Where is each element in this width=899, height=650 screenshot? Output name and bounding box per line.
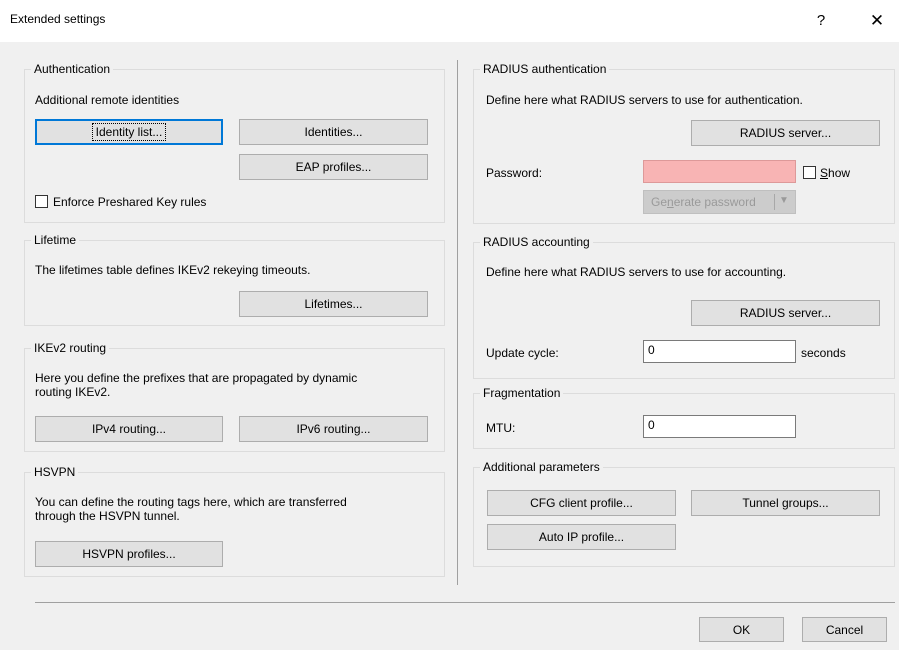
hsvpn-description-1: You can define the routing tags here, wh… bbox=[35, 495, 347, 509]
generate-label-prefix: Ge bbox=[651, 195, 668, 209]
show-password-checkbox[interactable] bbox=[803, 166, 816, 179]
generate-password-button: Ge n erate password ▼ bbox=[643, 190, 796, 214]
tunnel-groups-button[interactable]: Tunnel groups... bbox=[691, 490, 880, 516]
lifetime-description: The lifetimes table defines IKEv2 rekeyi… bbox=[35, 263, 311, 277]
eap-profiles-button[interactable]: EAP profiles... bbox=[239, 154, 428, 180]
hsvpn-profiles-button[interactable]: HSVPN profiles... bbox=[35, 541, 223, 567]
radius-accounting-description: Define here what RADIUS servers to use f… bbox=[486, 265, 787, 279]
cfg-client-profile-button[interactable]: CFG client profile... bbox=[487, 490, 676, 516]
authentication-legend: Authentication bbox=[31, 62, 114, 76]
update-cycle-unit: seconds bbox=[801, 346, 846, 360]
help-icon[interactable]: ? bbox=[808, 9, 834, 33]
radius-authentication-legend: RADIUS authentication bbox=[480, 62, 610, 76]
update-cycle-label: Update cycle: bbox=[486, 346, 559, 360]
close-icon[interactable]: ✕ bbox=[862, 9, 892, 33]
radius-auth-description: Define here what RADIUS servers to use f… bbox=[486, 93, 803, 107]
lifetimes-button[interactable]: Lifetimes... bbox=[239, 291, 428, 317]
hsvpn-legend: HSVPN bbox=[31, 465, 79, 479]
hsvpn-description-2: through the HSVPN tunnel. bbox=[35, 509, 180, 523]
ikev2-routing-description-1: Here you define the prefixes that are pr… bbox=[35, 371, 358, 385]
identity-list-label: Identity list... bbox=[91, 123, 167, 141]
password-field[interactable] bbox=[643, 160, 796, 183]
additional-parameters-legend: Additional parameters bbox=[480, 460, 603, 474]
generate-label-rest: erate password bbox=[673, 195, 756, 209]
title-bar bbox=[0, 0, 899, 42]
enforce-psk-label: Enforce Preshared Key rules bbox=[53, 195, 207, 209]
enforce-psk-checkbox[interactable] bbox=[35, 195, 48, 208]
show-label-rest: how bbox=[828, 166, 851, 180]
auto-ip-profile-button[interactable]: Auto IP profile... bbox=[487, 524, 676, 550]
update-cycle-field[interactable]: 0 bbox=[643, 340, 796, 363]
radius-accounting-legend: RADIUS accounting bbox=[480, 235, 593, 249]
additional-parameters-group bbox=[473, 467, 895, 567]
column-divider bbox=[457, 60, 458, 585]
generate-divider bbox=[774, 194, 775, 210]
ikev2-routing-description-2: routing IKEv2. bbox=[35, 385, 111, 399]
mtu-field[interactable]: 0 bbox=[643, 415, 796, 438]
chevron-down-icon: ▼ bbox=[779, 195, 789, 206]
ipv4-routing-button[interactable]: IPv4 routing... bbox=[35, 416, 223, 442]
generate-accelerator: n bbox=[667, 195, 674, 209]
identities-button[interactable]: Identities... bbox=[239, 119, 428, 145]
footer-separator bbox=[35, 602, 895, 603]
mtu-label: MTU: bbox=[486, 421, 516, 435]
radius-auth-server-button[interactable]: RADIUS server... bbox=[691, 120, 880, 146]
additional-identities-text: Additional remote identities bbox=[35, 93, 180, 107]
identity-list-button[interactable]: Identity list... bbox=[35, 119, 223, 145]
ipv6-routing-button[interactable]: IPv6 routing... bbox=[239, 416, 428, 442]
ikev2-routing-legend: IKEv2 routing bbox=[31, 341, 110, 355]
show-accelerator: S bbox=[820, 166, 829, 180]
window-title: Extended settings bbox=[10, 12, 106, 26]
radius-accounting-server-button[interactable]: RADIUS server... bbox=[691, 300, 880, 326]
lifetime-legend: Lifetime bbox=[31, 233, 80, 247]
fragmentation-legend: Fragmentation bbox=[480, 386, 564, 400]
cancel-button[interactable]: Cancel bbox=[802, 617, 887, 642]
ok-button[interactable]: OK bbox=[699, 617, 784, 642]
password-label: Password: bbox=[486, 166, 543, 180]
show-password-label: Show bbox=[820, 166, 850, 180]
